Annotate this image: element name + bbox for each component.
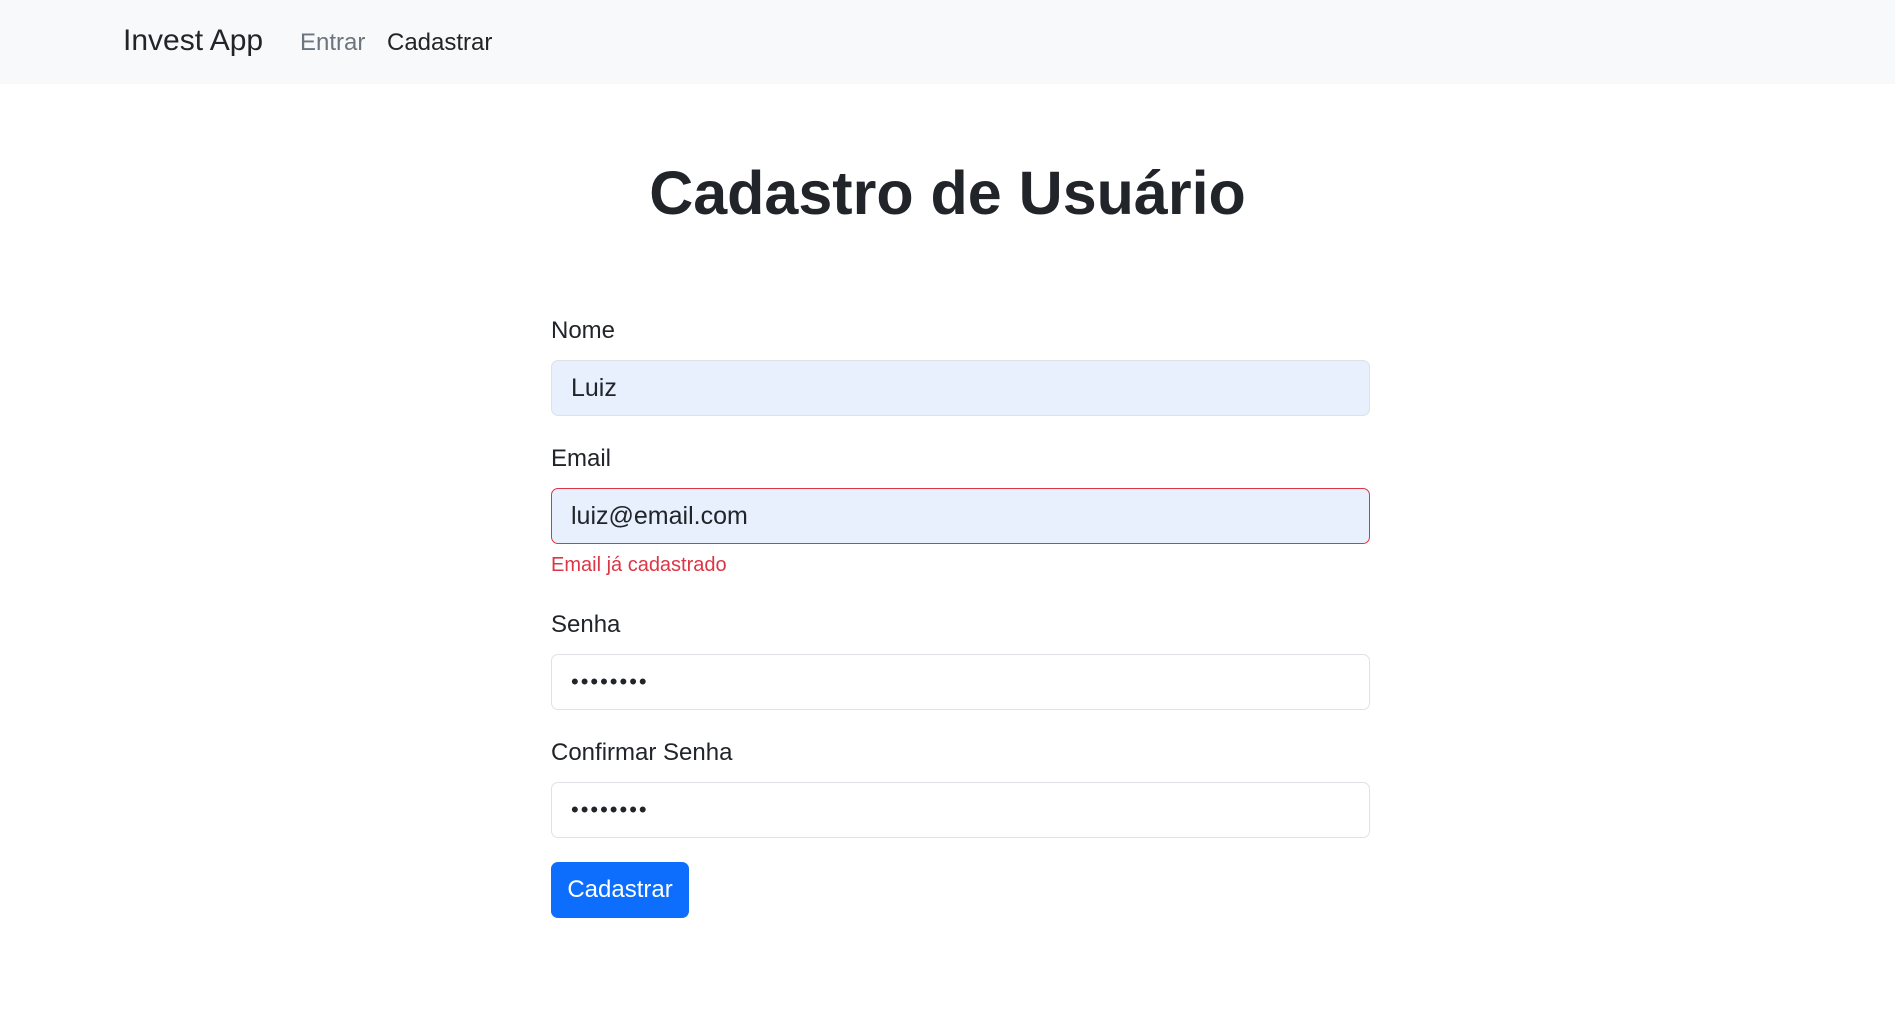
password-label: Senha <box>551 611 621 638</box>
navbar: Invest App Entrar Cadastrar <box>0 0 1895 84</box>
page-title: Cadastro de Usuário <box>649 159 1246 227</box>
email-field[interactable] <box>551 488 1370 544</box>
nav-link-cadastrar[interactable]: Cadastrar <box>387 29 492 57</box>
password-field[interactable] <box>551 654 1370 710</box>
submit-button[interactable]: Cadastrar <box>551 862 689 918</box>
nav-link-entrar[interactable]: Entrar <box>300 29 365 57</box>
confirm-password-field[interactable] <box>551 782 1370 838</box>
name-field[interactable] <box>551 360 1370 416</box>
brand-link[interactable]: Invest App <box>123 24 263 58</box>
confirm-password-label: Confirmar Senha <box>551 739 733 766</box>
email-error-message: Email já cadastrado <box>551 554 727 576</box>
name-label: Nome <box>551 317 616 344</box>
email-label: Email <box>551 445 612 472</box>
